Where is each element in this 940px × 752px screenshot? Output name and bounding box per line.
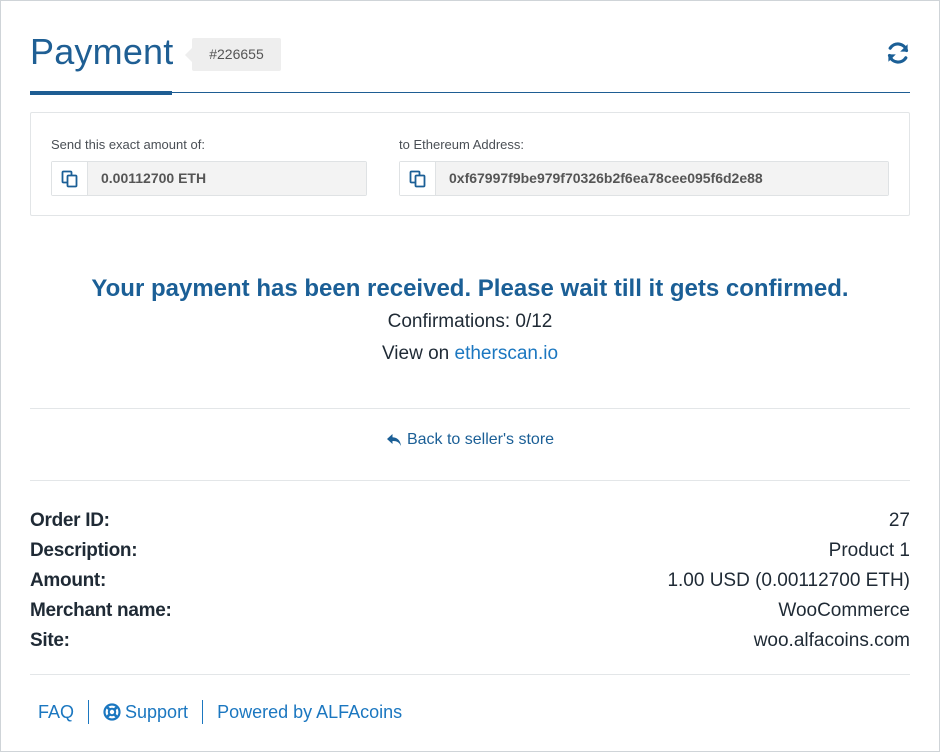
address-label: to Ethereum Address: [399,137,525,152]
back-link-label: Back to seller's store [406,431,555,448]
view-on-explorer: View on etherscan.io [30,340,910,368]
payment-header: Payment #226655 [30,29,910,95]
confirmations-count: Confirmations: 0/12 [387,311,553,332]
back-to-store-link[interactable]: Back to seller's store [30,431,910,452]
copy-icon [61,170,77,187]
footer-divider [88,700,90,724]
divider [30,674,910,675]
detail-value: 1.00 USD (0.00112700 ETH) [667,570,910,591]
order-number-badge: #226655 [185,38,281,71]
payment-status: Your payment has been received. Please w… [30,273,910,368]
copy-amount-button[interactable] [52,162,88,195]
refresh-button[interactable] [886,41,910,65]
detail-row-amount: Amount: 1.00 USD (0.00112700 ETH) [30,566,910,596]
detail-label: Site: [30,630,70,651]
faq-link[interactable]: FAQ [30,702,74,723]
etherscan-link[interactable]: etherscan.io [455,343,559,364]
footer-divider [202,700,204,724]
detail-value: WooCommerce [778,600,910,621]
payment-instructions-box: Send this exact amount of: 0.00112700 ET… [30,112,910,216]
powered-by-link[interactable]: Powered by ALFAcoins [217,702,402,723]
title-underline [30,91,172,95]
detail-value: Product 1 [828,540,910,561]
status-message: Your payment has been received. Please w… [91,275,849,302]
refresh-icon [887,42,909,64]
address-field: to Ethereum Address: 0xf67997f9be979f703… [399,137,889,196]
amount-field: Send this exact amount of: 0.00112700 ET… [51,137,367,196]
divider [30,480,910,481]
amount-input-group: 0.00112700 ETH [51,161,367,196]
page-title: Payment [30,31,174,72]
address-input-group: 0xf67997f9be979f70326b2f6ea78cee095f6d2e… [399,161,889,196]
address-value[interactable]: 0xf67997f9be979f70326b2f6ea78cee095f6d2e… [436,162,888,195]
order-details: Order ID: 27 Description: Product 1 Amou… [30,506,910,656]
detail-value: 27 [888,510,910,531]
detail-value: woo.alfacoins.com [753,630,910,651]
detail-row-description: Description: Product 1 [30,536,910,566]
detail-label: Order ID: [30,510,110,531]
view-prefix: View on [381,343,450,364]
copy-address-button[interactable] [400,162,436,195]
detail-row-order-id: Order ID: 27 [30,506,910,536]
amount-value[interactable]: 0.00112700 ETH [88,162,366,195]
detail-label: Merchant name: [30,600,172,621]
detail-label: Description: [30,540,138,561]
payment-panel: Payment #226655 Send this exact amount o… [0,0,940,752]
detail-row-site: Site: woo.alfacoins.com [30,626,910,656]
detail-row-merchant: Merchant name: WooCommerce [30,596,910,626]
amount-label: Send this exact amount of: [51,137,205,152]
detail-label: Amount: [30,570,106,591]
support-link-label: Support [125,701,189,722]
reply-arrow-icon [386,434,401,446]
life-ring-icon [103,703,121,721]
support-link[interactable]: Support [103,702,188,723]
footer-links: FAQ Support Powered by ALFAcoins [30,698,402,726]
copy-icon [409,170,425,187]
divider [30,408,910,409]
